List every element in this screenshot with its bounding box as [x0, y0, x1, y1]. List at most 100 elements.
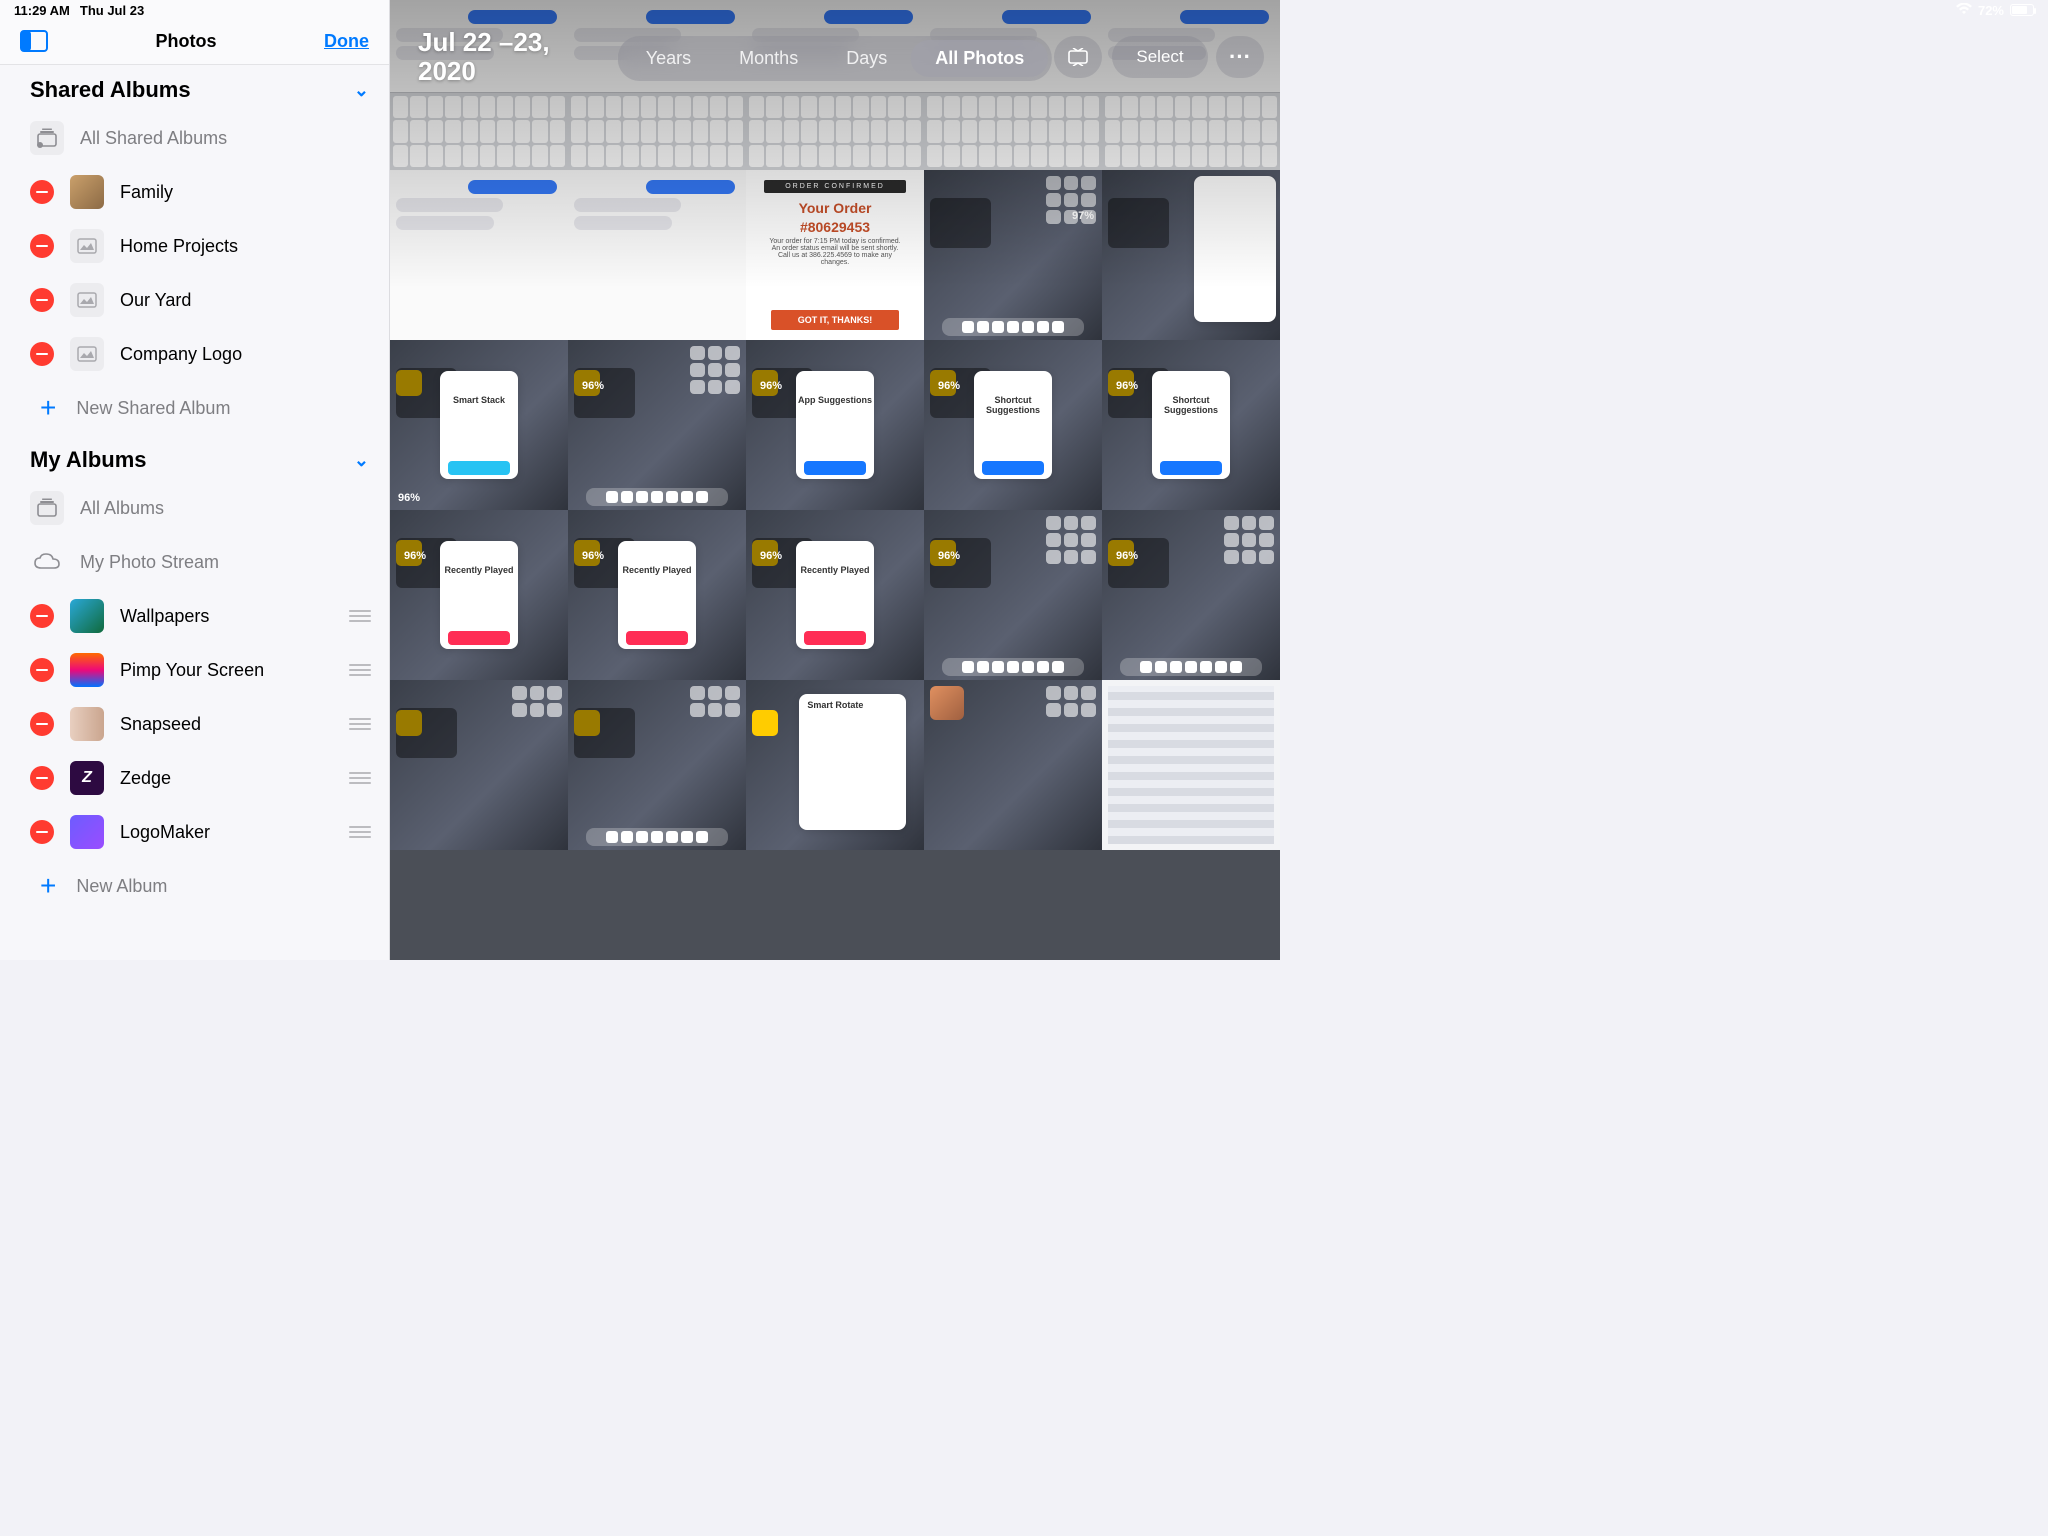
photo-grid-area: Jul 22 –23, 2020 Years Months Days All P… — [390, 0, 1280, 960]
photo-thumb[interactable]: 96% — [568, 340, 746, 510]
album-thumb — [70, 707, 104, 741]
row-label: All Albums — [80, 498, 371, 519]
section-header-my-albums[interactable]: My Albums ⌄ — [0, 435, 389, 481]
photo-thumb[interactable] — [746, 0, 924, 170]
album-row-zedge[interactable]: Z Zedge — [0, 751, 389, 805]
album-row-home-projects[interactable]: Home Projects — [0, 219, 389, 273]
delete-icon[interactable] — [30, 342, 54, 366]
cloud-icon — [30, 545, 64, 579]
photo-thumb-order[interactable]: ORDER CONFIRMED Your Order#80629453 Your… — [746, 170, 924, 340]
segment-days[interactable]: Days — [822, 40, 911, 77]
row-label: Snapseed — [120, 714, 333, 735]
new-album-button[interactable]: + New Album — [0, 859, 389, 913]
photo-thumb[interactable] — [1102, 170, 1280, 340]
my-photo-stream-row[interactable]: My Photo Stream — [0, 535, 389, 589]
reorder-handle-icon[interactable] — [349, 772, 371, 784]
album-row-pimp-your-screen[interactable]: Pimp Your Screen — [0, 643, 389, 697]
status-date: Thu Jul 23 — [80, 3, 144, 18]
new-shared-album-button[interactable]: + New Shared Album — [0, 381, 389, 435]
reorder-handle-icon[interactable] — [349, 664, 371, 676]
all-albums-row[interactable]: All Albums — [0, 481, 389, 535]
reorder-handle-icon[interactable] — [349, 718, 371, 730]
album-row-wallpapers[interactable]: Wallpapers — [0, 589, 389, 643]
photo-thumb[interactable]: Recently Played 96% — [568, 510, 746, 680]
delete-icon[interactable] — [30, 234, 54, 258]
photo-thumb[interactable]: Shortcut Suggestions 96% — [924, 340, 1102, 510]
section-title: Shared Albums — [30, 77, 191, 103]
sidebar-title: Photos — [156, 31, 217, 52]
plus-icon: + — [40, 394, 56, 422]
view-segmented-control[interactable]: Years Months Days All Photos — [618, 36, 1052, 81]
all-shared-albums-row[interactable]: All Shared Albums — [0, 111, 389, 165]
photo-thumb[interactable]: Smart Rotate — [746, 680, 924, 850]
delete-icon[interactable] — [30, 180, 54, 204]
reorder-handle-icon[interactable] — [349, 610, 371, 622]
row-label: Wallpapers — [120, 606, 333, 627]
album-stack-icon — [30, 121, 64, 155]
segment-all-photos[interactable]: All Photos — [911, 40, 1048, 77]
photo-thumb[interactable] — [1102, 680, 1280, 850]
delete-icon[interactable] — [30, 288, 54, 312]
photo-thumb[interactable]: App Suggestions 96% — [746, 340, 924, 510]
row-label: Pimp Your Screen — [120, 660, 333, 681]
delete-icon[interactable] — [30, 604, 54, 628]
done-button[interactable]: Done — [324, 31, 369, 52]
photo-thumb[interactable] — [1102, 0, 1280, 170]
reorder-handle-icon[interactable] — [349, 826, 371, 838]
row-label: New Album — [76, 876, 167, 897]
row-label: Zedge — [120, 768, 333, 789]
album-thumb — [70, 599, 104, 633]
photo-grid[interactable]: ORDER CONFIRMED Your Order#80629453 Your… — [390, 0, 1280, 960]
photo-thumb[interactable] — [924, 680, 1102, 850]
row-label: New Shared Album — [76, 398, 230, 419]
photo-thumb[interactable]: Recently Played 96% — [746, 510, 924, 680]
sidebar-toggle-icon[interactable] — [20, 30, 48, 52]
segment-years[interactable]: Years — [622, 40, 715, 77]
chevron-down-icon: ⌄ — [354, 80, 369, 101]
album-thumb — [70, 653, 104, 687]
delete-icon[interactable] — [30, 820, 54, 844]
order-body: Your order for 7:15 PM today is confirme… — [767, 238, 902, 266]
more-button[interactable]: ··· — [1216, 36, 1264, 78]
album-row-our-yard[interactable]: Our Yard — [0, 273, 389, 327]
delete-icon[interactable] — [30, 658, 54, 682]
sidebar: Photos Done Shared Albums ⌄ All Shared A… — [0, 0, 390, 960]
album-row-snapseed[interactable]: Snapseed — [0, 697, 389, 751]
section-header-shared[interactable]: Shared Albums ⌄ — [0, 65, 389, 111]
album-thumb — [70, 175, 104, 209]
status-time: 11:29 AM — [14, 3, 70, 18]
select-button[interactable]: Select — [1112, 36, 1208, 78]
photo-thumb[interactable] — [568, 0, 746, 170]
photo-thumb[interactable]: Recently Played 96% — [390, 510, 568, 680]
delete-icon[interactable] — [30, 766, 54, 790]
aspect-toggle-button[interactable] — [1054, 36, 1102, 78]
photo-thumb[interactable]: 96% — [1102, 510, 1280, 680]
photo-thumb[interactable] — [568, 680, 746, 850]
photo-thumb[interactable]: Smart Stack 96% — [390, 340, 568, 510]
album-thumb: Z — [70, 761, 104, 795]
pct-label: 97% — [1072, 210, 1094, 222]
row-label: All Shared Albums — [80, 128, 371, 149]
photo-thumb[interactable] — [390, 170, 568, 340]
segment-months[interactable]: Months — [715, 40, 822, 77]
date-range-label: Jul 22 –23, 2020 — [418, 28, 550, 85]
delete-icon[interactable] — [30, 712, 54, 736]
row-label: Family — [120, 182, 371, 203]
row-label: Home Projects — [120, 236, 371, 257]
photo-thumb[interactable]: 96% — [924, 510, 1102, 680]
photo-thumb[interactable] — [568, 170, 746, 340]
row-label: My Photo Stream — [80, 552, 371, 573]
order-head: ORDER CONFIRMED — [764, 180, 906, 193]
photo-thumb[interactable]: 97% — [924, 170, 1102, 340]
album-thumb-placeholder — [70, 337, 104, 371]
photo-thumb[interactable] — [924, 0, 1102, 170]
album-thumb-placeholder — [70, 283, 104, 317]
photo-thumb[interactable] — [390, 680, 568, 850]
photo-thumb[interactable]: Shortcut Suggestions 96% — [1102, 340, 1280, 510]
album-row-family[interactable]: Family — [0, 165, 389, 219]
album-row-company-logo[interactable]: Company Logo — [0, 327, 389, 381]
plus-icon: + — [40, 872, 56, 900]
album-stack-icon — [30, 491, 64, 525]
battery-percent: 72% — [1978, 3, 2004, 18]
album-row-logomaker[interactable]: LogoMaker — [0, 805, 389, 859]
